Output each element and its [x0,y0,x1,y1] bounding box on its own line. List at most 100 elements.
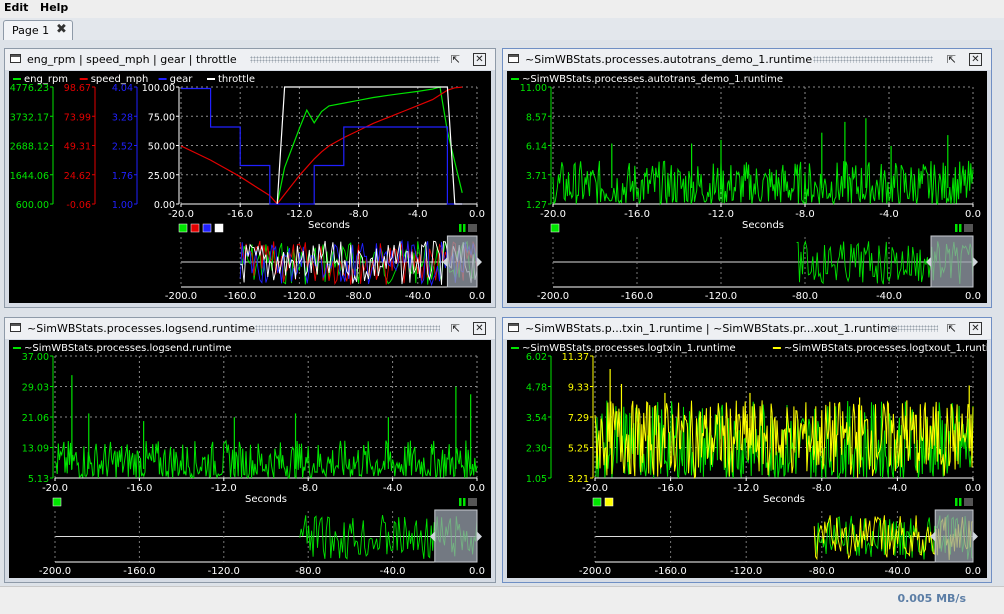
menu-edit[interactable]: Edit [4,1,28,14]
expand-icon[interactable]: ⇱ [449,322,462,335]
chart-eng-rpm[interactable]: eng_rpm speed_mph gear throttle4776.233732.… [9,71,491,303]
drag-grip[interactable] [250,56,440,63]
overview-tick-label: -120.0 [730,566,762,577]
resize-right-icon[interactable] [973,257,978,267]
panel-title: ~SimWBStats.processes.logsend.runtime [27,322,256,335]
overview-viewport-handle[interactable] [930,235,974,288]
x-tick-label: -8.0 [795,209,815,220]
resize-right-icon[interactable] [477,531,482,542]
series-toggle-icon [550,223,560,233]
x-axis-label: Seconds [245,494,287,505]
y-tick-label: 75.00 [148,112,175,123]
expand-icon[interactable]: ⇱ [449,53,462,66]
drag-grip[interactable] [888,325,938,332]
overview-tick-label: 0.0 [469,291,485,302]
x-tick-label: -20.0 [582,483,608,494]
series-toggle-icon [190,223,200,233]
legend-label: ~SimWBStats.processes.logtxout_1.runtime [784,343,987,354]
expand-icon[interactable]: ⇱ [945,322,958,335]
drag-grip[interactable] [813,56,933,63]
series-line-gear [181,87,463,205]
x-axis-label: Seconds [308,220,350,231]
y-tick-label: 6.14 [526,142,547,153]
workspace: eng_rpm | speed_mph | gear | throttle ⇱ … [0,40,1004,586]
y-tick-label: 11.00 [520,83,547,94]
chart-autotrans-runtime[interactable]: ~SimWBStats.processes.autotrans_demo_1.r… [507,71,987,303]
panel-autotrans-runtime: ~SimWBStats.processes.autotrans_demo_1.r… [502,48,992,308]
pause-icon-bar [959,224,962,232]
y-tick-label: 29.03 [22,383,49,394]
plot-area[interactable]: ~SimWBStats.processes.logsend.runtime 37.… [9,340,491,578]
series-line-eng-rpm [276,86,463,205]
series-toggle-icon [604,497,614,507]
x-tick-label: 0.0 [469,209,485,220]
overview-tick-label: -160.0 [123,566,155,577]
overview-tick-label: 0.0 [469,566,485,577]
x-tick-label: -8.0 [812,483,832,494]
plot-area[interactable]: ~SimWBStats.processes.logtxin_1.runtime ~… [507,340,987,578]
overview-viewport-handle[interactable] [434,509,478,563]
y-tick-label: 1.76 [112,171,133,182]
menu-help[interactable]: Help [40,1,68,14]
x-tick-label: -8.0 [349,209,369,220]
y-tick-label: 11.37 [562,352,589,363]
y-tick-label: 100.00 [142,83,175,94]
panel-title: eng_rpm | speed_mph | gear | throttle [27,53,237,66]
plot-area[interactable]: ~SimWBStats.processes.autotrans_demo_1.r… [507,71,987,303]
overview-tick-label: -40.0 [876,291,902,302]
close-icon[interactable]: ✕ [473,322,486,335]
x-tick-label: 0.0 [965,209,981,220]
overview-tick-label: -40.0 [380,566,406,577]
overview-viewport-handle[interactable] [446,235,478,288]
x-tick-label: -16.0 [227,209,253,220]
throughput-rate: 0.005 MB/s [897,592,966,605]
legend-label: throttle [218,74,255,85]
window-icon [508,323,519,332]
pause-icon-bar [959,498,962,506]
series-trace [552,160,974,206]
drag-grip[interactable] [255,325,440,332]
overview-tick-label: -160.0 [621,291,653,302]
overview-tick-label: 0.0 [965,291,981,302]
overview-tick-label: -200.0 [579,566,611,577]
x-tick-label: -8.0 [298,483,318,494]
x-tick-label: -4.0 [888,483,908,494]
panel-titlebar[interactable]: ~SimWBStats.processes.autotrans_demo_1.r… [503,49,991,70]
resize-right-icon[interactable] [477,257,482,267]
close-icon[interactable]: ✕ [969,322,982,335]
expand-icon[interactable]: ⇱ [945,53,958,66]
y-tick-label: 2688.12 [10,142,49,153]
legend-label: ~SimWBStats.processes.autotrans_demo_1.r… [522,74,783,85]
legend-label: ~SimWBStats.processes.logsend.runtime [24,343,231,354]
panel-title: ~SimWBStats.processes.autotrans_demo_1.r… [525,53,813,66]
plot-area[interactable]: eng_rpm speed_mph gear throttle 4776.23 3732.… [9,71,491,303]
x-tick-label: -20.0 [540,209,566,220]
tab-close-icon[interactable]: ✖ [56,22,67,37]
y-tick-label: 6.02 [526,352,547,363]
series-toggle-icon [202,223,212,233]
y-tick-label: 13.09 [22,444,49,455]
chart-logsend-runtime[interactable]: ~SimWBStats.processes.logsend.runtime37.… [9,340,491,578]
y-tick-label: -0.06 [66,200,91,211]
settings-icon [964,498,973,506]
x-tick-label: -4.0 [408,209,428,220]
panel-titlebar[interactable]: eng_rpm | speed_mph | gear | throttle ⇱ … [5,49,495,70]
pause-icon-bar [463,498,466,506]
close-icon[interactable]: ✕ [969,53,982,66]
overview-viewport-handle[interactable] [934,509,974,563]
window-icon [508,54,519,63]
resize-right-icon[interactable] [973,531,978,542]
overview-tick-label: -120.0 [283,291,315,302]
overview-tick-label: -80.0 [809,566,835,577]
y-tick-label: 4776.23 [10,83,49,94]
panel-titlebar[interactable]: ~SimWBStats.p...txin_1.runtime | ~SimWBS… [503,318,991,339]
close-icon[interactable]: ✕ [473,53,486,66]
panel-titlebar[interactable]: ~SimWBStats.processes.logsend.runtime ⇱ … [5,318,495,339]
overview-tick-label: -200.0 [39,566,71,577]
y-tick-label: 50.00 [148,142,175,153]
x-tick-label: -12.0 [733,483,759,494]
legend-label: ~SimWBStats.processes.logtxin_1.runtime [522,343,736,354]
chart-logtx-runtime[interactable]: ~SimWBStats.processes.logtxin_1.runtime ~… [507,340,987,578]
y-tick-label: 21.06 [22,413,49,424]
tab-page-1[interactable]: Page 1 ✖ [3,20,73,41]
